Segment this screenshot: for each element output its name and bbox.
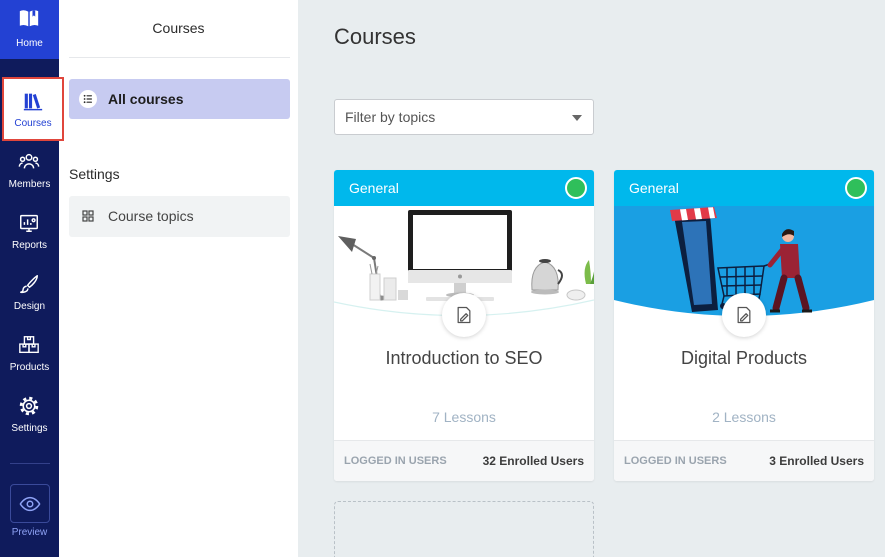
page-title: Courses [334, 24, 416, 49]
nav-item-products[interactable]: Products [0, 331, 59, 381]
course-lesson-count: 7 Lessons [432, 409, 496, 425]
edit-document-icon [737, 306, 751, 324]
course-card[interactable]: General [614, 170, 874, 481]
reports-icon [18, 212, 40, 234]
new-course-placeholder[interactable] [334, 501, 594, 557]
nav-item-design[interactable]: Design [0, 270, 59, 320]
course-lesson-count: 2 Lessons [712, 409, 776, 425]
subnav-item-label: All courses [108, 91, 184, 107]
status-dot[interactable] [845, 177, 867, 199]
subnav-item-all-courses[interactable]: All courses [69, 79, 290, 119]
subnav-divider [69, 57, 290, 58]
nav-item-label: Home [16, 38, 43, 49]
nav-item-courses[interactable]: Courses [2, 77, 64, 141]
list-icon [79, 90, 97, 108]
course-access-level: LOGGED IN USERS [624, 455, 727, 467]
boxes-icon [18, 334, 40, 356]
nav-item-home[interactable]: Home [0, 0, 59, 59]
course-card-footer: LOGGED IN USERS 32 Enrolled Users [334, 440, 594, 481]
courses-subnav: Courses All courses Settings Course topi… [59, 0, 298, 557]
main-content: Courses Filter by topics General Introdu… [298, 0, 885, 557]
nav-item-label: Design [13, 301, 46, 312]
users-icon [18, 151, 40, 173]
nav-divider [10, 463, 50, 464]
course-access-level: LOGGED IN USERS [344, 455, 447, 467]
course-card-header: General [614, 170, 874, 206]
status-dot[interactable] [565, 177, 587, 199]
course-enrolled-count: 32 Enrolled Users [482, 454, 584, 468]
edit-document-icon [457, 306, 471, 324]
gear-icon [18, 395, 40, 417]
nav-item-reports[interactable]: Reports [0, 209, 59, 259]
book-open-icon [18, 7, 40, 29]
paintbrush-icon [18, 273, 40, 295]
nav-item-label: Reports [11, 240, 47, 251]
course-category: General [349, 180, 399, 196]
course-card-footer: LOGGED IN USERS 3 Enrolled Users [614, 440, 874, 481]
course-title: Digital Products [680, 348, 808, 368]
subnav-item-label: Course topics [108, 208, 194, 224]
nav-item-label: Settings [11, 423, 48, 434]
nav-item-label: Courses [14, 118, 52, 129]
subnav-item-course-topics[interactable]: Course topics [69, 196, 290, 237]
subnav-title: Courses [152, 20, 205, 36]
course-title: Introduction to SEO [385, 348, 543, 368]
grid-icon [79, 207, 97, 225]
eye-icon [19, 496, 41, 512]
preview-button[interactable] [10, 484, 50, 523]
chevron-down-icon [572, 115, 582, 121]
preview-label[interactable]: Preview [0, 527, 59, 539]
course-card-header: General [334, 170, 594, 206]
nav-item-label: Products [9, 362, 50, 373]
main-nav: Home Courses Members Reports Design Prod… [0, 0, 64, 557]
course-enrolled-count: 3 Enrolled Users [769, 454, 864, 468]
topic-filter-select[interactable]: Filter by topics [334, 99, 594, 135]
books-icon [22, 90, 44, 112]
edit-course-button[interactable] [442, 293, 486, 337]
nav-item-settings[interactable]: Settings [0, 392, 59, 442]
edit-course-button[interactable] [722, 293, 766, 337]
nav-item-members[interactable]: Members [0, 148, 59, 198]
subnav-settings-heading: Settings [69, 166, 120, 182]
topic-filter-placeholder: Filter by topics [345, 109, 436, 125]
course-category: General [629, 180, 679, 196]
course-card[interactable]: General [334, 170, 594, 481]
nav-item-label: Members [8, 179, 51, 190]
